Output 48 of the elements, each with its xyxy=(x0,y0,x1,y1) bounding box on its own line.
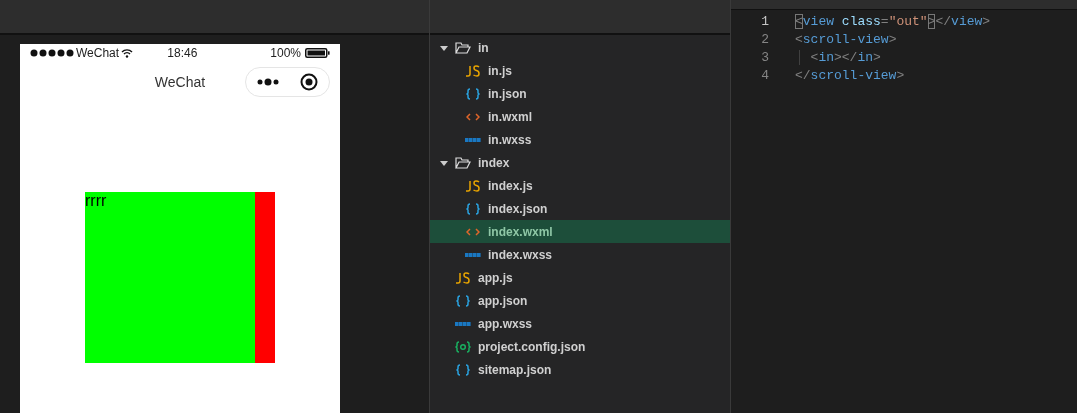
file-row[interactable]: index.js xyxy=(430,174,730,197)
braces-icon xyxy=(456,363,470,376)
signal-icon xyxy=(30,49,74,57)
line-number: 2 xyxy=(760,31,769,47)
line-number: 1 xyxy=(760,13,769,29)
stylesheet-icon xyxy=(465,136,481,143)
file-row[interactable]: index.wxss xyxy=(430,243,730,266)
carrier-name: WeChat xyxy=(76,46,120,60)
line-number: 4 xyxy=(760,67,769,83)
file-row[interactable]: index.wxml xyxy=(430,220,730,243)
file-row[interactable]: app.json xyxy=(430,289,730,312)
nav-title: WeChat xyxy=(154,74,206,90)
file-row[interactable]: in.json xyxy=(430,82,730,105)
braces-icon xyxy=(456,294,470,307)
js-file-icon xyxy=(465,64,481,77)
folder-icon xyxy=(455,156,471,169)
battery-icon xyxy=(305,48,330,58)
file-row[interactable]: sitemap.json xyxy=(430,358,730,381)
expanded-arrow-icon[interactable] xyxy=(440,158,448,167)
stylesheet-icon xyxy=(465,251,481,258)
close-icon[interactable] xyxy=(300,73,319,91)
code-line: </scroll-view> xyxy=(795,67,905,83)
angle-brackets-icon xyxy=(466,226,480,237)
config-icon xyxy=(455,340,471,353)
more-icon[interactable] xyxy=(256,78,279,86)
line-number: 3 xyxy=(760,49,769,65)
battery-level: 100% xyxy=(270,46,301,60)
file-row[interactable]: in.wxml xyxy=(430,105,730,128)
file-row[interactable]: in.js xyxy=(430,59,730,82)
folder-icon xyxy=(455,41,471,54)
file-row[interactable]: app.js xyxy=(430,266,730,289)
code-line: <scroll-view> xyxy=(795,31,897,47)
braces-icon xyxy=(466,87,480,100)
file-row[interactable]: index.json xyxy=(430,197,730,220)
stylesheet-icon xyxy=(455,320,471,327)
view-text: rrrr xyxy=(85,192,107,209)
file-row[interactable]: in.wxss xyxy=(430,128,730,151)
js-file-icon xyxy=(465,179,481,192)
file-row[interactable]: project.config.json xyxy=(430,335,730,358)
folder-row[interactable]: in xyxy=(430,36,730,59)
clock-time: 18:46 xyxy=(167,46,198,60)
angle-brackets-icon xyxy=(466,111,480,122)
file-row[interactable]: app.wxss xyxy=(430,312,730,335)
folder-row[interactable]: index xyxy=(430,151,730,174)
braces-icon xyxy=(466,202,480,215)
expanded-arrow-icon[interactable] xyxy=(440,43,448,52)
js-file-icon xyxy=(455,271,471,284)
wifi-icon xyxy=(121,48,134,58)
